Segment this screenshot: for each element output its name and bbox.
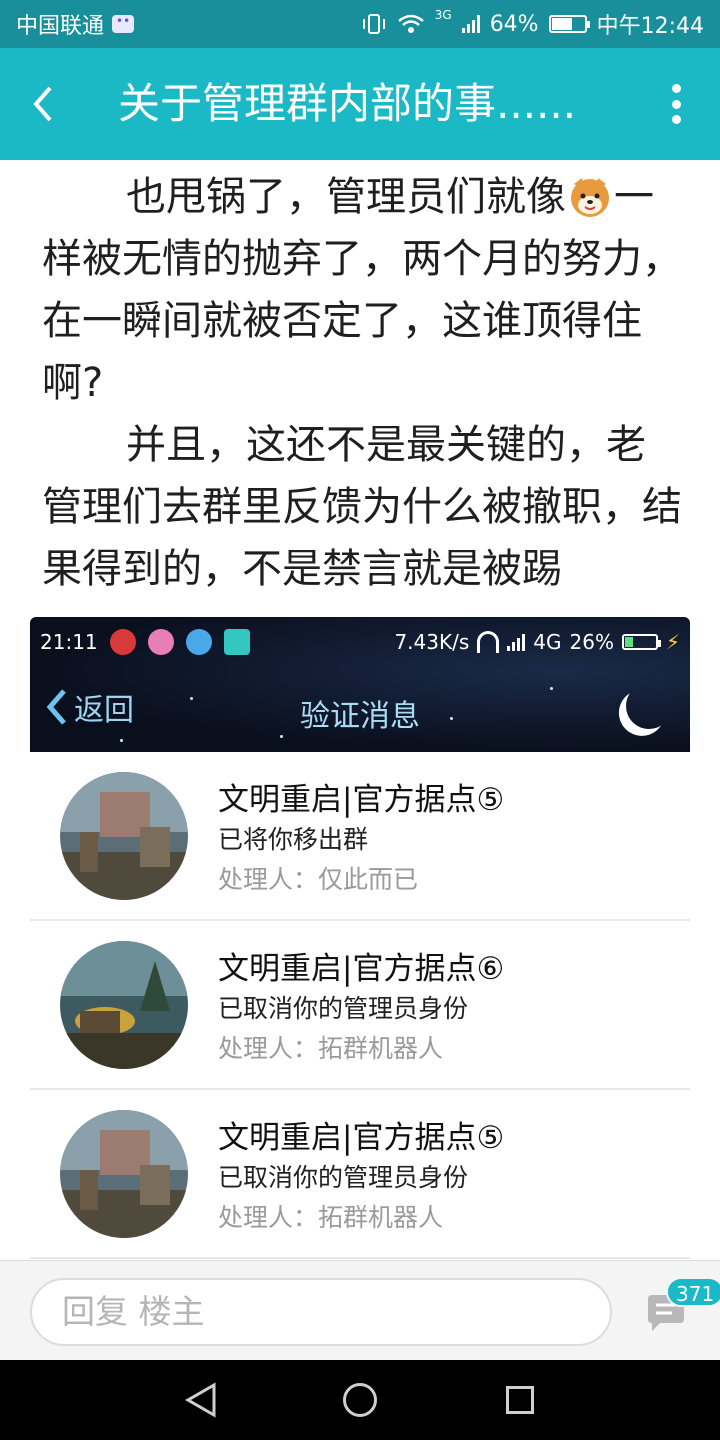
charging-icon: ⚡ [665,630,680,654]
embedded-screenshot[interactable]: 21:11 7.43K/s 4G 26% ⚡ 返回 验证消息 文明重启|官方据点… [30,617,690,1260]
embedded-title: 验证消息 [300,699,420,734]
nav-back-icon[interactable] [182,1382,222,1418]
message-action: 已取消你的管理员身份 [218,994,469,1023]
article-body: 也甩锅了，管理员们就像 一样被无情的抛弃了，两个月的努力，在一瞬间就被否定了，这… [42,166,682,600]
battery-percent: 64% [489,11,539,37]
group-avatar [60,941,188,1069]
group-name: 文明重启|官方据点⑤ [218,782,505,818]
embedded-battery-icon [621,634,661,650]
reply-bar: 回复 楼主 371 [0,1260,720,1360]
carrier-name: 中国联通 [16,14,105,39]
signal-icon [461,15,480,33]
vibrate-icon [362,14,385,34]
message-action: 已将你移出群 [218,825,369,854]
embedded-network: 4G [533,630,562,654]
embedded-battery-percent: 26% [569,630,614,654]
weather-app-icon [185,629,212,655]
reply-input[interactable]: 回复 楼主 [30,1278,612,1346]
music-app-icon [109,629,136,655]
nav-recents-icon[interactable] [506,1386,534,1414]
group-name: 文明重启|官方据点⑤ [218,1120,505,1156]
group-name: 文明重启|官方据点⑥ [218,951,505,987]
message-handler: 处理人：拓群机器人 [218,1034,444,1063]
system-nav-bar [0,1360,720,1440]
carrier-app-icon [112,14,135,33]
more-options-icon[interactable] [668,84,684,124]
battery-icon [548,15,590,33]
flower-app-icon [147,629,174,655]
message-handler: 处理人：拓群机器人 [218,1203,444,1232]
app-header: 关于管理群内部的事...... [0,48,720,160]
back-arrow-icon[interactable] [24,78,64,130]
embedded-header: 21:11 7.43K/s 4G 26% ⚡ 返回 验证消息 [30,617,690,752]
dog-emoji-icon [571,178,609,217]
embedded-nav: 返回 验证消息 [30,677,690,747]
message-item[interactable]: 文明重启|官方据点⑥ 已取消你的管理员身份 处理人：拓群机器人 [30,921,690,1090]
group-avatar [60,1110,188,1238]
group-avatar [60,772,188,900]
embedded-signal-icon [507,633,526,651]
message-item[interactable]: 文明重启|官方据点⑤ 已将你移出群 处理人：仅此而已 [30,752,690,921]
message-action: 已取消你的管理员身份 [218,1163,469,1192]
headset-icon [477,631,500,653]
wifi-icon [397,14,424,33]
network-type: 3G [434,8,452,22]
message-item[interactable]: 文明重启|官方据点⑤ 已取消你的管理员身份 处理人：拓群机器人 [30,1090,690,1259]
nav-home-icon[interactable] [343,1383,377,1417]
message-handler: 处理人：仅此而已 [218,865,419,894]
scan-app-icon [223,629,250,655]
article-paragraph: 并且，这还不是最关键的，老管理们去群里反馈为什么被撤职，结果得到的，不是禁言就是… [42,422,682,592]
embedded-status-bar: 21:11 7.43K/s 4G 26% ⚡ [40,625,680,659]
status-bar: 中国联通 3G 64% 中午12:44 [0,0,720,48]
status-time: 中午12:44 [596,14,704,39]
embedded-time: 21:11 [40,630,98,654]
comment-count-badge: 371 [666,1277,720,1307]
page-title: 关于管理群内部的事...... [118,79,577,128]
embedded-speed: 7.43K/s [394,630,470,654]
article-paragraph: 也甩锅了，管理员们就像 一样被无情的抛弃了，两个月的努力，在一瞬间就被否定了，这… [42,174,682,406]
